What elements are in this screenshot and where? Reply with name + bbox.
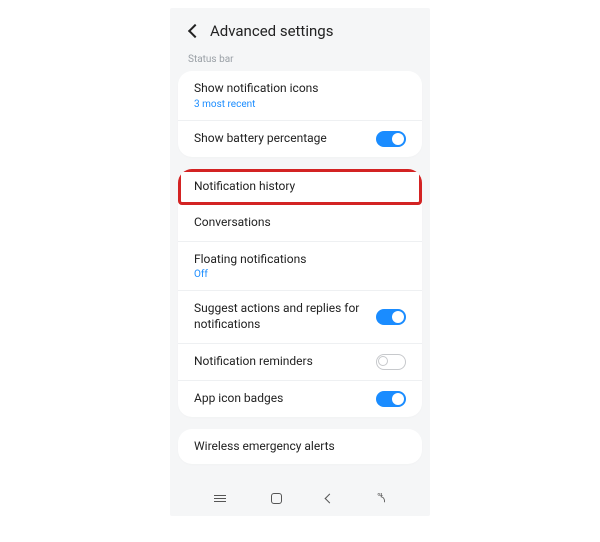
- phone-frame: Advanced settings Status bar Show notifi…: [170, 8, 430, 516]
- toggle-app-icon-badges[interactable]: [376, 391, 406, 407]
- accessibility-icon[interactable]: ⯲: [377, 492, 385, 504]
- row-suggest-actions[interactable]: Suggest actions and replies for notifica…: [178, 291, 422, 343]
- row-notification-history[interactable]: Notification history: [178, 169, 422, 206]
- card-extra: Wireless emergency alerts: [178, 429, 422, 465]
- row-title: Wireless emergency alerts: [194, 439, 406, 455]
- page-title: Advanced settings: [210, 22, 333, 40]
- nav-back-icon[interactable]: [325, 493, 335, 503]
- section-label-status-bar: Status bar: [170, 50, 430, 71]
- card-main: Notification history Conversations Float…: [178, 169, 422, 417]
- back-icon[interactable]: [188, 24, 202, 38]
- toggle-notification-reminders[interactable]: [376, 354, 406, 370]
- row-wireless-emergency-alerts[interactable]: Wireless emergency alerts: [178, 429, 422, 465]
- home-icon[interactable]: [271, 493, 282, 504]
- row-floating-notifications[interactable]: Floating notifications Off: [178, 242, 422, 292]
- row-conversations[interactable]: Conversations: [178, 205, 422, 242]
- row-sub: 3 most recent: [194, 99, 406, 110]
- row-title: Conversations: [194, 215, 406, 231]
- recents-icon[interactable]: [214, 495, 226, 502]
- row-title: Suggest actions and replies for notifica…: [194, 301, 366, 332]
- row-title: Show battery percentage: [194, 131, 366, 147]
- header: Advanced settings: [170, 8, 430, 50]
- card-status-bar: Show notification icons 3 most recent Sh…: [178, 71, 422, 157]
- row-sub: Off: [194, 269, 406, 280]
- row-app-icon-badges[interactable]: App icon badges: [178, 381, 422, 417]
- row-show-battery-percentage[interactable]: Show battery percentage: [178, 121, 422, 157]
- navigation-bar: ⯲: [170, 486, 430, 510]
- row-title: Floating notifications: [194, 252, 406, 268]
- row-title: Show notification icons: [194, 81, 406, 97]
- toggle-battery-percentage[interactable]: [376, 131, 406, 147]
- toggle-suggest-actions[interactable]: [376, 309, 406, 325]
- row-title: Notification history: [194, 179, 406, 195]
- row-title: Notification reminders: [194, 354, 366, 370]
- row-notification-reminders[interactable]: Notification reminders: [178, 344, 422, 381]
- row-show-notification-icons[interactable]: Show notification icons 3 most recent: [178, 71, 422, 121]
- row-title: App icon badges: [194, 391, 366, 407]
